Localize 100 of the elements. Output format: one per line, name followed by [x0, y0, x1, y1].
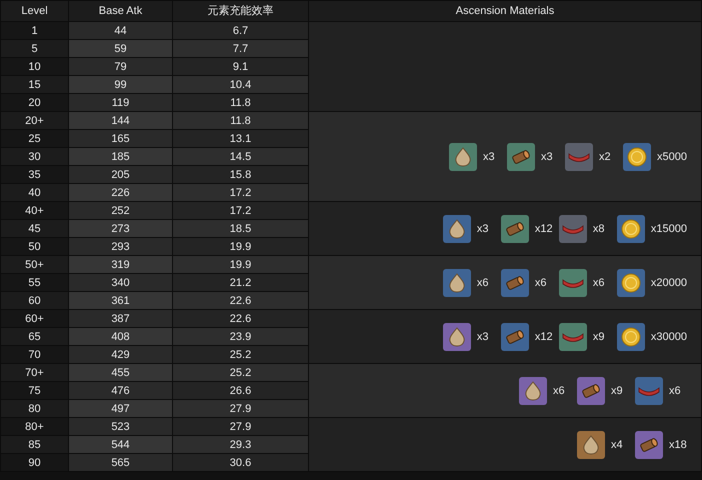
material-count: x20000 [650, 276, 687, 290]
material-count: x9 [592, 330, 606, 344]
table-cell: 252 [68, 202, 172, 220]
table-cell: 22.6 [172, 310, 308, 328]
table-cell: 319 [68, 256, 172, 274]
table-cell: 205 [68, 166, 172, 184]
material-count: x6 [592, 276, 606, 290]
table-cell: 15.8 [172, 166, 308, 184]
table-cell: 85 [0, 436, 68, 454]
table-cell: 5 [0, 40, 68, 58]
gem-icon [524, 380, 542, 400]
table-cell: 361 [68, 292, 172, 310]
table-cell: 544 [68, 436, 172, 454]
table-cell: 65 [0, 328, 68, 346]
ribbon-icon [562, 276, 584, 288]
table-cell: 25.2 [172, 346, 308, 364]
gem-icon [448, 218, 466, 238]
table-cell: 30 [0, 148, 68, 166]
table-cell: 565 [68, 454, 172, 472]
table-cell: 9.1 [172, 58, 308, 76]
table-cell: 7.7 [172, 40, 308, 58]
table-cell: 455 [68, 364, 172, 382]
table-cell: 387 [68, 310, 172, 328]
material-count: x12 [534, 222, 553, 236]
table-cell: 70+ [0, 364, 68, 382]
table-cell: 119 [68, 94, 172, 112]
table-cell: 60+ [0, 310, 68, 328]
material-count: x12 [534, 330, 553, 344]
table-cell: 75 [0, 382, 68, 400]
material-count: x3 [476, 222, 490, 236]
gem-icon [582, 434, 600, 454]
table-cell: 429 [68, 346, 172, 364]
table-cell: 20+ [0, 112, 68, 130]
material-count: x30000 [650, 330, 687, 344]
table-cell: 55 [0, 274, 68, 292]
table-cell: 22.6 [172, 292, 308, 310]
table-cell: 10.4 [172, 76, 308, 94]
table-cell: 26.6 [172, 382, 308, 400]
column-header: 元素充能效率 [172, 0, 308, 22]
table-cell: 17.2 [172, 202, 308, 220]
ribbon-icon [638, 384, 660, 396]
table-cell: 11.8 [172, 94, 308, 112]
table-cell: 19.9 [172, 238, 308, 256]
material-count: x2 [599, 150, 612, 164]
table-cell: 408 [68, 328, 172, 346]
table-cell: 50 [0, 238, 68, 256]
table-cell: 90 [0, 454, 68, 472]
table-cell: 25.2 [172, 364, 308, 382]
table-cell: 59 [68, 40, 172, 58]
coin-icon [620, 218, 641, 238]
table-cell: 144 [68, 112, 172, 130]
table-cell: 40 [0, 184, 68, 202]
material-count: x18 [669, 438, 687, 452]
table-cell: 79 [68, 58, 172, 76]
material-count: x3 [483, 150, 496, 164]
table-cell: 11.8 [172, 112, 308, 130]
table-cell: 27.9 [172, 418, 308, 436]
table-cell: 44 [68, 22, 172, 40]
material-count: x15000 [650, 222, 687, 236]
table-cell: 30.6 [172, 454, 308, 472]
table-cell: 165 [68, 130, 172, 148]
table-cell: 6.7 [172, 22, 308, 40]
coin-icon [627, 146, 648, 166]
gem-icon [448, 326, 466, 346]
material-count: x6 [669, 384, 682, 398]
column-header: Level [0, 0, 68, 22]
table-cell: 23.9 [172, 328, 308, 346]
material-count: x6 [476, 276, 490, 290]
ribbon-icon [562, 330, 584, 342]
coin-icon [620, 326, 641, 346]
material-count: x6 [553, 384, 566, 398]
table-cell: 293 [68, 238, 172, 256]
table-cell: 15 [0, 76, 68, 94]
table-cell: 80 [0, 400, 68, 418]
table-cell: 20 [0, 94, 68, 112]
table-cell: 35 [0, 166, 68, 184]
table-cell: 497 [68, 400, 172, 418]
table-cell: 14.5 [172, 148, 308, 166]
table-cell: 27.9 [172, 400, 308, 418]
table-cell: 45 [0, 220, 68, 238]
table-cell: 60 [0, 292, 68, 310]
table-cell: 13.1 [172, 130, 308, 148]
gem-icon [448, 272, 466, 292]
material-count: x6 [534, 276, 548, 290]
material-count: x9 [611, 384, 624, 398]
table-cell: 10 [0, 58, 68, 76]
ribbon-icon [562, 222, 584, 234]
column-header: Base Atk [68, 0, 172, 22]
table-cell: 476 [68, 382, 172, 400]
table-cell: 19.9 [172, 256, 308, 274]
table-cell: 50+ [0, 256, 68, 274]
table-cell: 273 [68, 220, 172, 238]
coin-icon [620, 272, 641, 292]
gem-icon [454, 146, 472, 166]
table-cell: 80+ [0, 418, 68, 436]
material-count: x8 [592, 222, 606, 236]
table-cell: 70 [0, 346, 68, 364]
table-cell: 40+ [0, 202, 68, 220]
table-cell: 1 [0, 22, 68, 40]
table-cell: 18.5 [172, 220, 308, 238]
